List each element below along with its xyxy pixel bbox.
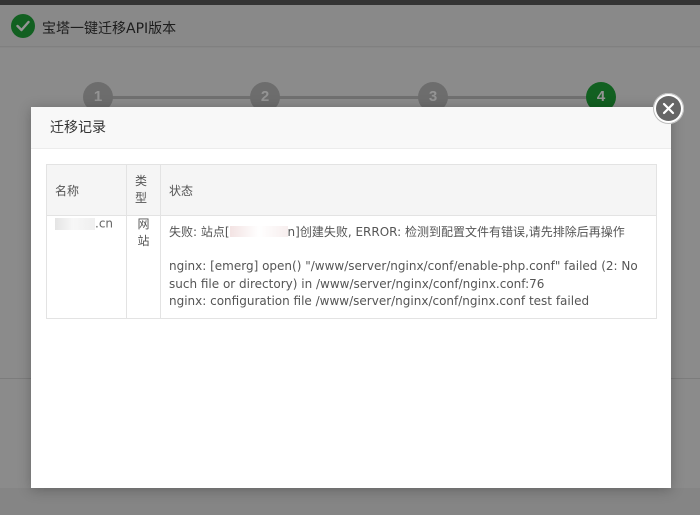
column-header-name: 名称 — [46, 164, 127, 216]
status-prefix: 失败: 站点[ — [169, 225, 230, 239]
status-middle: ]创建失败, ERROR: 检测到配置文件有错误,请先排除后再操作 — [295, 225, 625, 239]
dialog-close-button[interactable] — [653, 93, 684, 124]
status-spacer — [169, 241, 648, 258]
status-line-1: 失败: 站点[ n]创建失败, ERROR: 检测到配置文件有错误,请先排除后再操… — [169, 224, 648, 241]
status-site-suffix: n — [287, 225, 296, 239]
cell-site-name: .cn — [46, 215, 127, 319]
column-header-type: 类型 — [126, 164, 161, 216]
dialog-title: 迁移记录 — [31, 107, 671, 149]
table-row: .cn 网站 失败: 站点[ n]创建失败, ERROR: 检测到配置文件有错误,… — [46, 215, 657, 319]
site-name-suffix: .cn — [95, 216, 114, 231]
column-header-status: 状态 — [160, 164, 657, 216]
status-line-2: nginx: [emerg] open() "/www/server/nginx… — [169, 259, 638, 291]
records-table: 名称 类型 状态 .cn 网站 失败: 站点[ n]创建失败, ERROR: 检测… — [46, 164, 657, 319]
cell-status: 失败: 站点[ n]创建失败, ERROR: 检测到配置文件有错误,请先排除后再操… — [160, 215, 657, 319]
type-value: 网站 — [137, 217, 150, 248]
redacted-site-name — [55, 217, 95, 230]
close-icon[interactable] — [656, 96, 681, 121]
status-line-3: nginx: configuration file /www/server/ng… — [169, 293, 590, 308]
cell-type: 网站 — [126, 215, 161, 319]
redacted-site — [229, 226, 288, 237]
column-header-type-label: 类型 — [135, 174, 148, 205]
table-header-row: 名称 类型 状态 — [46, 164, 657, 216]
migration-records-dialog: 迁移记录 名称 类型 状态 .cn 网站 失败: 站点[n]创建失败, ERR… — [31, 107, 671, 488]
